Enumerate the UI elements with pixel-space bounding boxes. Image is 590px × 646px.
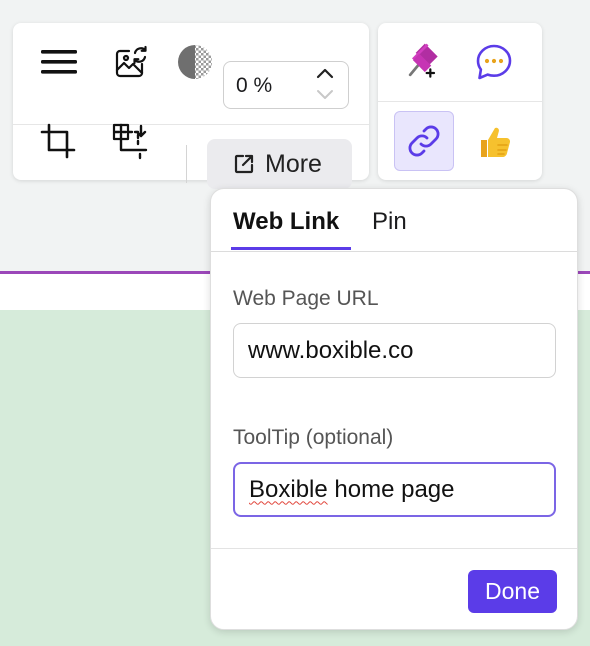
thumbs-up-icon xyxy=(481,127,511,157)
more-label: More xyxy=(265,149,322,178)
pushpin-add-icon xyxy=(408,43,438,78)
opacity-stepper[interactable]: 0 % xyxy=(223,61,349,109)
more-button[interactable]: More xyxy=(207,139,352,189)
toolbar-vertical-divider xyxy=(186,145,187,183)
tab-pin[interactable]: Pin xyxy=(372,208,407,236)
chevron-down-icon[interactable] xyxy=(316,88,334,102)
done-button[interactable]: Done xyxy=(468,570,557,613)
crop-button[interactable] xyxy=(37,120,81,164)
opacity-value[interactable]: 0 % xyxy=(236,74,272,98)
link-button[interactable] xyxy=(394,111,454,171)
tooltip-label: ToolTip (optional) xyxy=(233,426,394,449)
tooltip-value-misspelled: Boxible xyxy=(249,475,328,503)
external-link-icon xyxy=(233,153,255,175)
chevron-up-icon[interactable] xyxy=(316,66,334,80)
transform-icon xyxy=(112,123,148,160)
like-button[interactable] xyxy=(472,120,516,164)
opacity-icon xyxy=(178,45,212,79)
tooltip-input[interactable]: Boxible home page xyxy=(233,462,556,517)
popup-tabs: Web Link Pin xyxy=(211,189,577,252)
menu-button[interactable] xyxy=(37,40,81,84)
active-tab-indicator xyxy=(231,247,351,250)
link-popup: Web Link Pin Web Page URL ToolTip (optio… xyxy=(210,188,578,630)
tab-web-link[interactable]: Web Link xyxy=(233,208,339,236)
opacity-button[interactable] xyxy=(173,40,217,84)
interaction-toolbar xyxy=(378,23,542,180)
menu-icon xyxy=(41,50,77,74)
comment-button[interactable] xyxy=(472,40,516,84)
popup-footer-divider xyxy=(211,548,577,549)
tooltip-value-rest: home page xyxy=(327,475,455,503)
chat-bubble-icon xyxy=(476,44,512,80)
crop-icon xyxy=(40,123,76,159)
url-label: Web Page URL xyxy=(233,287,379,310)
image-refresh-icon xyxy=(115,45,147,78)
url-input[interactable] xyxy=(233,323,556,378)
link-icon xyxy=(408,125,440,157)
add-pin-button[interactable] xyxy=(401,40,445,84)
toolbar2-divider xyxy=(378,101,542,102)
replace-image-button[interactable] xyxy=(109,40,153,84)
image-toolbar: 0 % More xyxy=(13,23,369,189)
transform-button[interactable] xyxy=(109,120,153,164)
